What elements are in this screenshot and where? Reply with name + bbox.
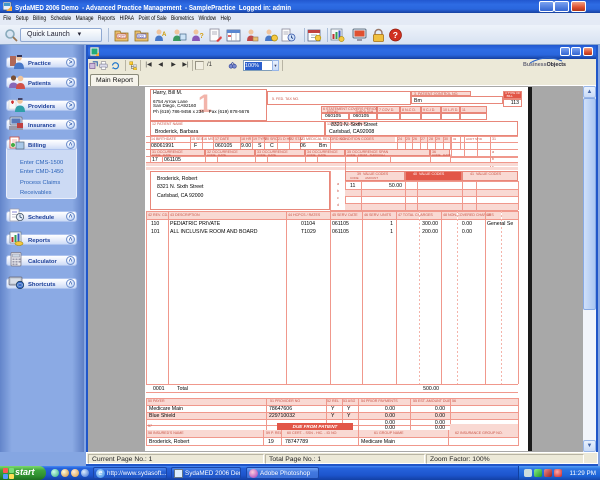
svg-text:?: ? (393, 30, 398, 40)
svg-text:ICD: ICD (138, 35, 145, 39)
svg-text:?: ? (200, 33, 204, 40)
svg-text:A: A (162, 32, 167, 38)
svg-text:CPT: CPT (118, 35, 126, 39)
